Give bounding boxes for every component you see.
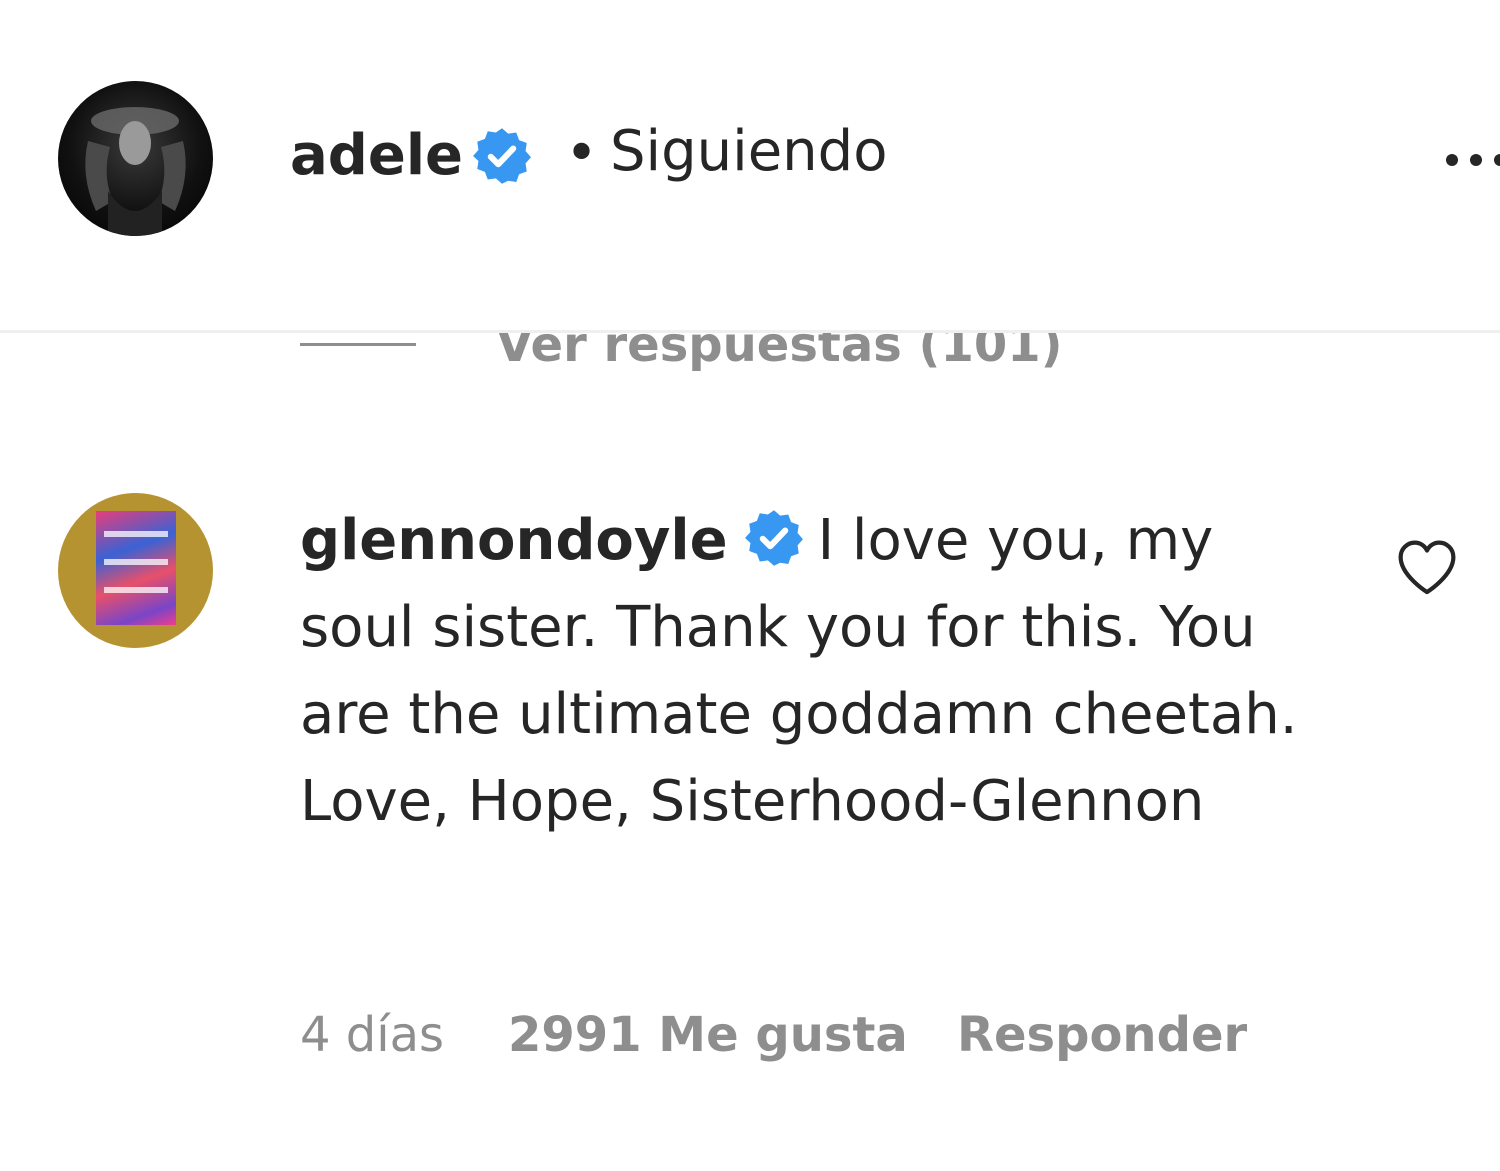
avatar-adele-image [85,107,186,236]
avatar-glennondoyle[interactable] [58,493,213,648]
header-separator: • [565,121,599,186]
reply-button[interactable]: Responder [957,1000,1247,1070]
comment-username[interactable]: glennondoyle [300,508,728,573]
heart-outline-icon[interactable] [1395,538,1459,596]
verified-badge-icon [472,126,532,186]
more-options-icon[interactable] [1440,150,1500,170]
post-header: adele • Siguiendo [0,0,1500,333]
comment-timestamp[interactable]: 4 días [300,1000,444,1070]
following-button[interactable]: Siguiendo [610,114,887,190]
avatar-book-cover [96,511,176,625]
post-comments-panel: adele • Siguiendo Ver respuestas (101) g… [0,0,1500,1171]
comment-like-count[interactable]: 2991 Me gusta [508,1000,908,1070]
post-author-username[interactable]: adele [290,118,463,194]
replies-divider-line [300,343,416,346]
comment-text-block: glennondoyle I love you, my soul sister.… [300,497,1330,845]
avatar-adele[interactable] [58,81,213,236]
verified-badge-icon [744,508,804,568]
